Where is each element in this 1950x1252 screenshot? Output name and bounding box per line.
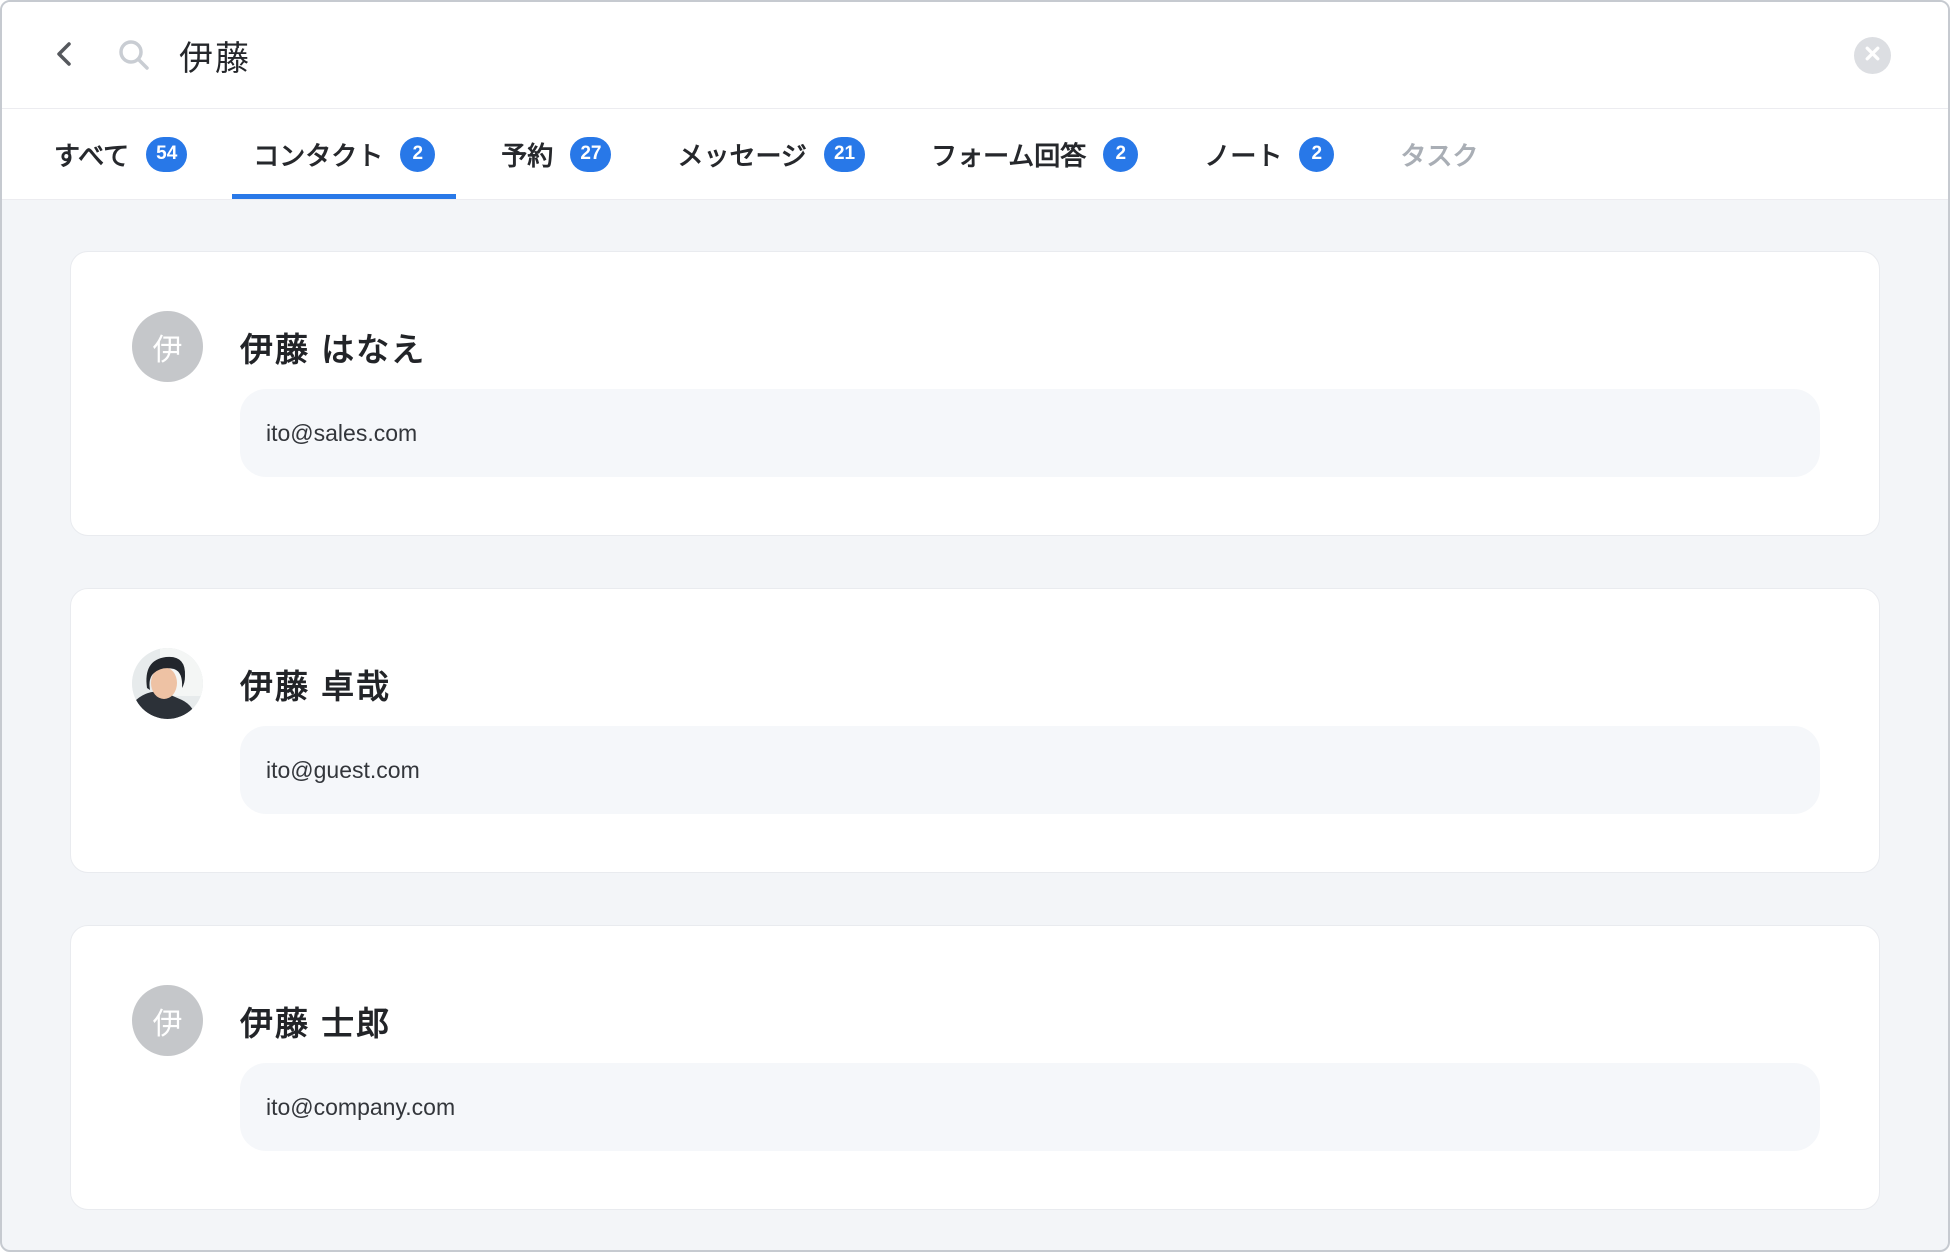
close-icon — [1864, 45, 1881, 65]
contact-name: 伊藤 はなえ — [240, 323, 1820, 371]
count-badge: 27 — [570, 137, 611, 172]
back-button[interactable] — [48, 38, 82, 72]
tab-notes[interactable]: ノート 2 — [1204, 109, 1334, 199]
results-tabs: すべて 54 コンタクト 2 予約 27 メッセージ 21 フォーム回答 2 ノ… — [2, 109, 1948, 200]
tab-form-responses[interactable]: フォーム回答 2 — [931, 109, 1138, 199]
chevron-left-icon — [50, 39, 80, 72]
results-list: 伊 伊藤 はなえ ito@sales.com — [2, 200, 1948, 1250]
tab-label: メッセージ — [677, 136, 806, 173]
tab-label: 予約 — [501, 136, 553, 173]
tab-contacts[interactable]: コンタクト 2 — [253, 109, 435, 199]
tab-label: タスク — [1400, 136, 1478, 173]
tab-tasks[interactable]: タスク — [1400, 109, 1478, 199]
tab-label: すべて — [54, 136, 129, 173]
tab-messages[interactable]: メッセージ 21 — [677, 109, 865, 199]
count-badge: 2 — [400, 137, 435, 172]
contact-card[interactable]: 伊 伊藤 はなえ ito@sales.com — [70, 251, 1880, 536]
search-input[interactable]: 伊藤 — [179, 31, 251, 80]
tab-label: コンタクト — [253, 136, 383, 173]
contact-email: ito@sales.com — [266, 420, 417, 447]
contact-email-pill: ito@company.com — [240, 1063, 1820, 1151]
avatar-initial-text: 伊 — [153, 325, 183, 369]
count-badge: 2 — [1103, 137, 1138, 172]
tab-label: ノート — [1204, 136, 1282, 173]
contact-card[interactable]: 伊藤 卓哉 ito@guest.com — [70, 588, 1880, 873]
tab-label: フォーム回答 — [931, 136, 1086, 173]
clear-search-button[interactable] — [1854, 37, 1891, 74]
contact-email-pill: ito@guest.com — [240, 726, 1820, 814]
avatar-initial-text: 伊 — [153, 999, 183, 1043]
avatar-initial: 伊 — [132, 311, 203, 382]
search-bar: 伊藤 — [2, 2, 1948, 109]
tab-bookings[interactable]: 予約 27 — [501, 109, 611, 199]
avatar-initial: 伊 — [132, 985, 203, 1056]
contact-email: ito@guest.com — [266, 757, 420, 784]
contact-name: 伊藤 士郎 — [240, 997, 1820, 1045]
count-badge: 2 — [1299, 137, 1334, 172]
avatar-photo — [132, 648, 203, 719]
count-badge: 54 — [146, 137, 187, 172]
search-overlay: 伊藤 すべて 54 コンタクト 2 予約 27 メッセージ 21 フォーム回 — [0, 0, 1950, 1252]
search-icon — [116, 37, 152, 73]
tab-all[interactable]: すべて 54 — [54, 109, 187, 199]
contact-card[interactable]: 伊 伊藤 士郎 ito@company.com — [70, 925, 1880, 1210]
contact-name: 伊藤 卓哉 — [240, 660, 1820, 708]
contact-email-pill: ito@sales.com — [240, 389, 1820, 477]
contact-email: ito@company.com — [266, 1094, 455, 1121]
count-badge: 21 — [824, 137, 865, 172]
